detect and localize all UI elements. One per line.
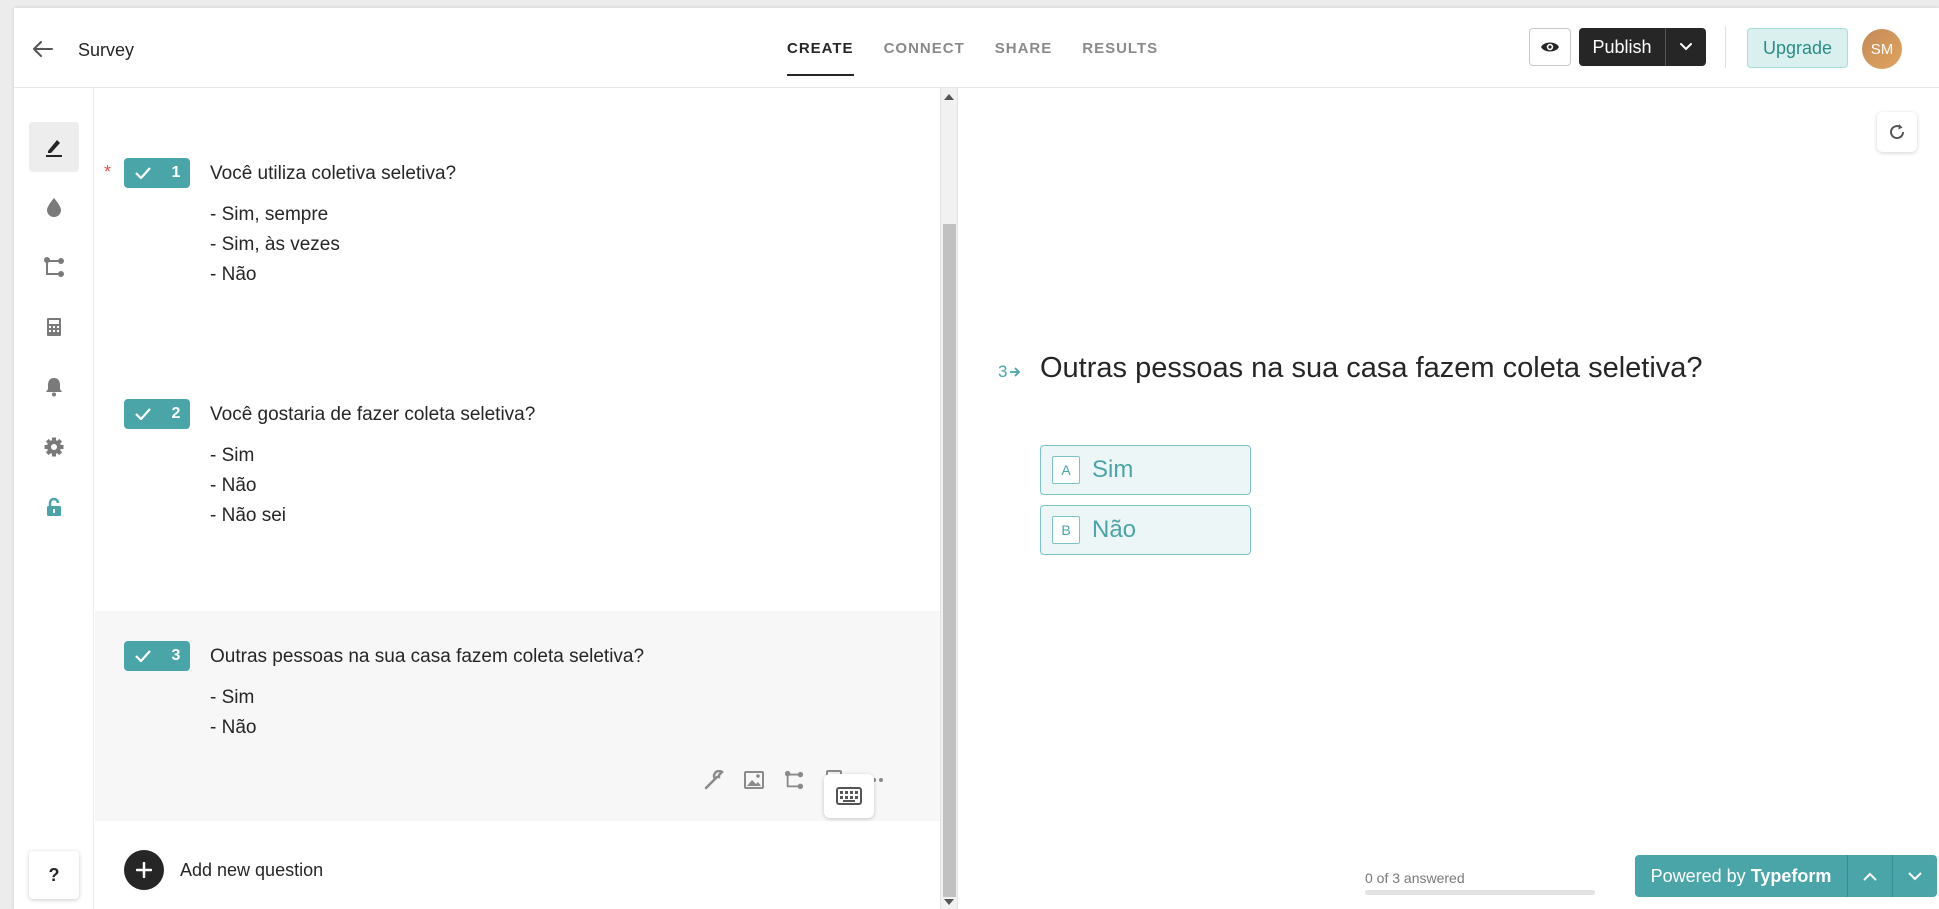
preview-number-text: 3: [998, 362, 1008, 381]
plus-icon: [124, 850, 164, 890]
question-text[interactable]: Outras pessoas na sua casa fazem coleta …: [210, 646, 644, 668]
wrench-icon[interactable]: [703, 769, 725, 791]
scroll-thumb[interactable]: [943, 224, 956, 897]
required-marker: *: [104, 162, 112, 182]
sidebar-item-theme[interactable]: [29, 182, 79, 232]
refresh-preview-button[interactable]: [1877, 112, 1917, 152]
help-button[interactable]: ?: [29, 851, 79, 899]
scroll-down-arrow[interactable]: [944, 899, 954, 905]
back-arrow-icon[interactable]: [30, 36, 56, 62]
choice-item: - Não: [210, 264, 257, 285]
tab-connect[interactable]: CONNECT: [884, 8, 965, 88]
question-number: 3: [171, 647, 181, 664]
choice-label: Não: [1092, 516, 1137, 543]
logic-branch-icon[interactable]: [783, 769, 805, 791]
choice-item: - Sim, sempre: [210, 204, 329, 225]
sidebar-item-settings[interactable]: [29, 422, 79, 472]
powered-by-prefix: Powered by: [1650, 865, 1746, 886]
sidebar-item-access[interactable]: [29, 482, 79, 532]
tab-results[interactable]: RESULTS: [1082, 8, 1158, 88]
choice-item: - Não sei: [210, 505, 287, 526]
choice-label: Sim: [1092, 456, 1134, 483]
divider: [1725, 26, 1726, 68]
preview-question-text: Outras pessoas na sua casa fazem coleta …: [1040, 352, 1703, 384]
previous-question-button[interactable]: [1847, 855, 1892, 897]
theme-drop-icon: [47, 198, 61, 217]
next-question-button[interactable]: [1892, 855, 1937, 897]
chevron-up-icon: [1863, 872, 1877, 881]
eye-icon: [1541, 42, 1559, 52]
question-badge-2[interactable]: 2: [124, 399, 190, 429]
keyboard-icon: [836, 787, 862, 805]
preview-question-number: 3: [998, 362, 1021, 382]
chevron-down-icon: [1680, 43, 1692, 51]
choice-item: - Não: [210, 475, 257, 496]
check-icon: [135, 167, 151, 179]
avatar[interactable]: SM: [1862, 29, 1902, 69]
tab-share[interactable]: SHARE: [995, 8, 1053, 88]
publish-button[interactable]: Publish: [1579, 28, 1666, 66]
form-preview: 3 Outras pessoas na sua casa fazem colet…: [958, 88, 1939, 909]
preview-eye-button[interactable]: [1529, 28, 1571, 66]
builder-scrollbar[interactable]: [940, 88, 958, 909]
edit-icon: [46, 140, 62, 157]
main-nav: CREATE CONNECT SHARE RESULTS: [787, 8, 1188, 88]
question-number: 1: [171, 164, 181, 181]
logic-branch-icon: [44, 257, 64, 277]
scroll-up-arrow[interactable]: [944, 94, 954, 100]
preview-choice-a[interactable]: A Sim: [1040, 445, 1251, 495]
tab-create[interactable]: CREATE: [787, 8, 854, 88]
progress-text: 0 of 3 answered: [1365, 870, 1465, 886]
keyboard-shortcuts-button[interactable]: [824, 774, 874, 818]
question-card-2[interactable]: 2 Você gostaria de fazer coleta seletiva…: [95, 323, 940, 533]
question-text[interactable]: Você gostaria de fazer coleta seletiva?: [210, 404, 535, 426]
sidebar-item-calculator[interactable]: [29, 302, 79, 352]
publish-options-button[interactable]: [1666, 28, 1706, 66]
choice-key: A: [1052, 456, 1080, 484]
choice-item: - Sim: [210, 687, 255, 708]
add-question-label: Add new question: [180, 859, 324, 880]
question-card-3[interactable]: 3 Outras pessoas na sua casa fazem colet…: [95, 611, 940, 821]
left-icon-bar: ?: [14, 88, 94, 909]
powered-by-brand: Typeform: [1750, 865, 1832, 886]
app-window: Survey CREATE CONNECT SHARE RESULTS Publ…: [14, 8, 1939, 909]
chevron-down-icon: [1908, 871, 1922, 880]
progress-bar: [1365, 890, 1595, 895]
choice-item: - Sim, às vezes: [210, 234, 340, 255]
preview-choice-b[interactable]: B Não: [1040, 505, 1251, 555]
publish-button-group: Publish: [1579, 28, 1706, 66]
powered-by-bar: Powered by Typeform: [1635, 855, 1937, 897]
sidebar-item-notifications[interactable]: [29, 362, 79, 412]
question-badge-3[interactable]: 3: [124, 641, 190, 671]
choice-key: B: [1052, 516, 1080, 544]
sidebar-item-logic[interactable]: [29, 242, 79, 292]
question-builder: * 1 Você utiliza coletiva seletiva? - Si…: [95, 88, 940, 909]
notification-bell-icon: [46, 378, 62, 397]
add-question-button[interactable]: Add new question: [124, 850, 323, 890]
question-number: 2: [171, 405, 181, 422]
question-card-1[interactable]: * 1 Você utiliza coletiva seletiva? - Si…: [95, 88, 940, 323]
settings-gear-icon: [44, 437, 64, 457]
powered-by-typeform-link[interactable]: Powered by Typeform: [1635, 855, 1847, 897]
choice-item: - Sim: [210, 445, 255, 466]
image-icon[interactable]: [743, 769, 765, 791]
question-badge-1[interactable]: 1: [124, 158, 190, 188]
check-icon: [135, 650, 151, 662]
choice-item: - Não: [210, 717, 257, 738]
form-title[interactable]: Survey: [78, 40, 134, 61]
upgrade-button[interactable]: Upgrade: [1747, 28, 1848, 68]
unlock-icon: [47, 497, 61, 516]
calculator-icon: [47, 318, 61, 336]
check-icon: [135, 408, 151, 420]
top-bar: Survey CREATE CONNECT SHARE RESULTS Publ…: [14, 8, 1939, 88]
refresh-icon: [1890, 124, 1905, 140]
sidebar-item-content[interactable]: [29, 122, 79, 172]
question-text[interactable]: Você utiliza coletiva seletiva?: [210, 163, 456, 185]
arrow-right-icon: [1010, 367, 1021, 377]
